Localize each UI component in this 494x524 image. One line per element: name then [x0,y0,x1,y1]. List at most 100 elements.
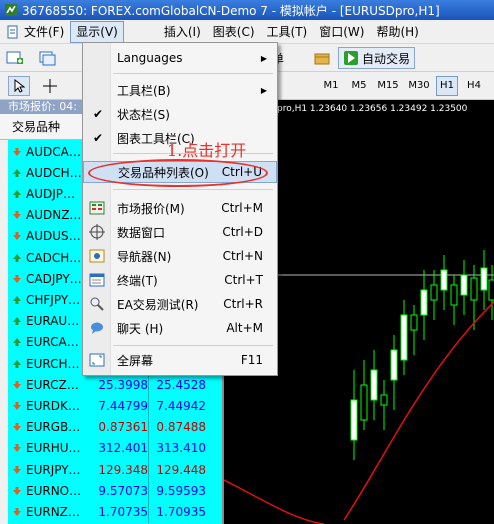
market-watch-row[interactable]: EURNO… 9.57073 9.59593 [8,479,222,503]
timeframe-m15[interactable]: M15 [375,76,401,96]
symbol-name: CADCH… [26,250,82,265]
column-divider [148,373,149,397]
symbol-name: EURCA… [26,335,79,350]
menu-item-navigator[interactable]: 导航器(N) Ctrl+N [83,245,277,267]
arrow-up-icon [13,317,21,326]
symbol-cell: EURHU… [8,441,88,455]
arrow-up-icon [13,359,21,368]
candle-body [480,267,488,291]
menu-item-chat[interactable]: 聊天 (H) Alt+M [83,317,277,339]
ask-cell: 7.44942 [156,398,206,413]
navigator-icon [89,249,105,263]
arrow-down-icon [13,444,21,453]
symbol-name: AUDNZ… [26,208,82,223]
column-divider [148,458,149,481]
symbol-name: EURHU… [26,441,81,456]
arrow-down-icon [13,380,21,389]
candle-body [400,314,408,361]
menu-insert[interactable]: 插入(I) [158,21,207,43]
market-watch-row[interactable]: EURDK… 7.44799 7.44942 [8,394,222,418]
menu-tools[interactable]: 工具(T) [261,21,314,43]
symbol-cell: EURJPY… [8,463,88,477]
symbol-name: EURCZ… [26,377,79,392]
timeframe-h4[interactable]: H4 [463,76,485,96]
column-divider [148,415,149,439]
menu-item-data-window[interactable]: 数据窗口 Ctrl+D [83,221,277,243]
auto-trading-button[interactable]: 自动交易 [338,47,416,69]
symbol-name: AUDUS… [26,229,81,244]
column-symbol[interactable]: 交易品种 [0,114,90,139]
app-icon [5,4,17,16]
symbol-name: EURGB… [26,420,81,435]
symbol-cell: EURGB… [8,420,88,434]
market-watch-row[interactable]: EURJPY… 129.348 129.448 [8,458,222,481]
timeframe-m1[interactable]: M1 [320,76,342,96]
market-watch-row[interactable]: EURGB… 0.87361 0.87488 [8,415,222,439]
candle-body [370,369,378,401]
menu-separator [113,345,273,346]
timeframe-m30[interactable]: M30 [406,76,432,96]
profiles-icon [39,51,56,66]
menu-separator [113,73,273,74]
menu-charts[interactable]: 图表(C) [207,21,261,43]
ask-cell: 129.448 [156,462,206,477]
crosshair-icon [43,79,57,93]
arrow-down-icon [13,211,21,220]
arrow-down-icon [13,507,21,516]
symbol-cell: EURCA… [8,335,88,349]
menu-help[interactable]: 帮助(H) [370,21,424,43]
timeframe-m5[interactable]: M5 [348,76,370,96]
menu-file[interactable]: 文件(F) [0,21,70,43]
menu-window[interactable]: 窗口(W) [313,21,370,43]
new-chart-button[interactable] [6,49,24,67]
timeframe-h1[interactable]: H1 [436,76,458,96]
crosshair-icon [89,224,105,240]
arrow-down-icon [13,465,21,474]
menu-item-terminal[interactable]: 终端(T) Ctrl+T [83,269,277,291]
arrow-up-icon [13,168,21,177]
symbol-cell: CADCH… [8,251,88,265]
candle-body [430,284,438,301]
menu-item-toolbars[interactable]: 工具栏(B) ▶ [83,79,277,101]
document-icon [7,25,18,38]
checkmark-icon: ✔ [93,107,104,121]
symbol-name: EURNZ… [26,504,80,519]
market-watch-row[interactable]: EURCZ… 25.3998 25.4528 [8,373,222,397]
column-divider [148,394,149,418]
arrow-up-icon [13,295,21,304]
menu-item-market-watch[interactable]: 市场报价(M) Ctrl+M [83,197,277,219]
menu-view[interactable]: 显示(V) [70,20,124,43]
menu-item-strategy-tester[interactable]: EA交易测试(R) Ctrl+R [83,293,277,315]
menu-separator [113,189,273,190]
toolbar-icon-box[interactable] [313,49,331,67]
annotation-text: 1.点击打开 [167,141,247,160]
column-divider [148,479,149,503]
cursor-tool-button[interactable] [8,76,30,96]
menu-item-fullscreen[interactable]: 全屏幕 F11 [83,349,277,371]
arrow-up-icon [13,189,21,198]
bid-cell: 7.44799 [98,398,148,413]
symbol-cell: EURCZ… [8,378,88,392]
profiles-button[interactable] [38,49,56,67]
bid-cell: 9.57073 [98,483,148,498]
bid-cell: 25.3998 [98,377,148,392]
menu-item-languages[interactable]: Languages ▶ [83,47,277,69]
candle-body [450,284,458,306]
submenu-arrow-icon: ▶ [260,85,267,95]
chart-info-text: pro,H1 1.23640 1.23656 1.23492 1.23500 [277,104,468,114]
symbol-name: CHFJPY… [26,292,81,307]
checkmark-icon: ✔ [93,131,104,145]
cursor-icon [14,79,25,93]
candle-body [460,274,468,296]
symbol-name: CADJPY… [26,271,82,286]
market-watch-row[interactable]: EURNZ… 1.70735 1.70935 [8,500,222,524]
symbol-name: EURJPY… [26,462,81,477]
menu-bar: 文件(F) 显示(V) 插入(I) 图表(C) 工具(T) 窗口(W) 帮助(H… [0,20,494,44]
arrow-down-icon [13,147,21,156]
crosshair-tool-button[interactable] [42,78,58,94]
symbol-cell: EURAU… [8,314,88,328]
market-watch-row[interactable]: EURHU… 312.401 313.410 [8,436,222,460]
bid-cell: 0.87361 [98,420,148,435]
column-divider [148,500,149,524]
menu-item-status-bar[interactable]: ✔ 状态栏(S) [83,103,277,125]
